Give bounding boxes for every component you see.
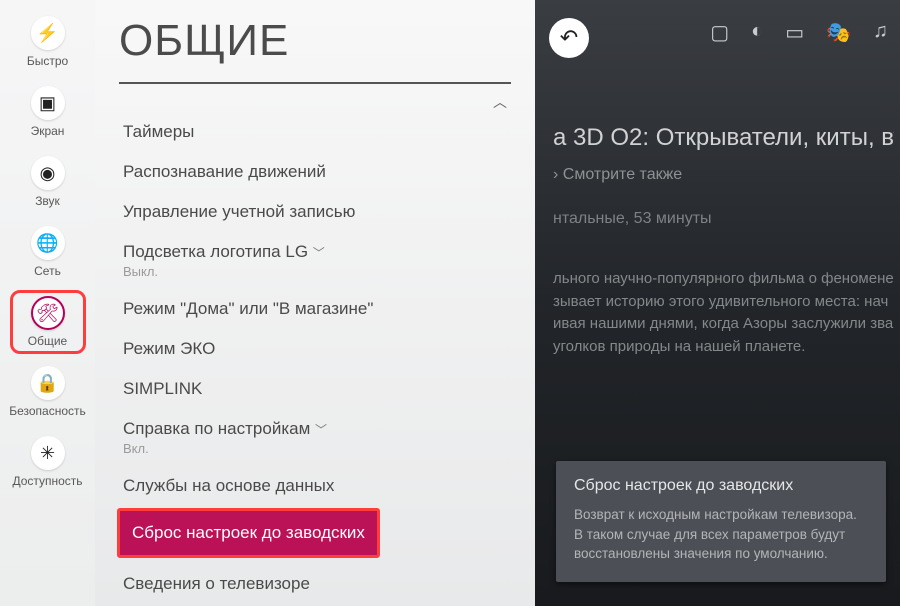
program-title: а 3D O2: Открыватели, киты, вулк	[553, 124, 894, 152]
sidebar-item-label: Экран	[31, 124, 65, 138]
menu-item-settings-help[interactable]: Справка по настройкам ﹀ Вкл.	[95, 409, 535, 466]
menu-item-logo-backlight[interactable]: Подсветка логотипа LG ﹀ Выкл.	[95, 232, 535, 289]
menu-item-eco-mode[interactable]: Режим ЭКО	[95, 329, 535, 369]
menu-item-account[interactable]: Управление учетной записью	[95, 192, 535, 232]
chevron-down-icon: ﹀	[315, 423, 327, 437]
chevron-down-icon: ﹀	[313, 246, 325, 260]
help-tooltip: Сброс настроек до заводских Возврат к ис…	[556, 461, 886, 582]
menu-item-sublabel: Вкл.	[123, 441, 507, 456]
menu-item-sublabel: Выкл.	[123, 264, 507, 279]
photo-icon[interactable]: ▢	[710, 20, 729, 45]
chevron-up-icon: ︿	[493, 94, 507, 110]
menu-item-motion[interactable]: Распознавание движений	[95, 152, 535, 192]
gear-icon: 🛠	[31, 296, 65, 330]
menu-item-label: Сведения о телевизоре	[123, 574, 310, 594]
sidebar-item-label: Безопасность	[9, 404, 86, 418]
menu-item-home-store-mode[interactable]: Режим "Дома" или "В магазине"	[95, 289, 535, 329]
menu-item-label: Сброс настроек до заводских	[117, 508, 380, 558]
settings-panel: ОБЩИЕ ︿ Таймеры Распознавание движений У…	[95, 0, 535, 606]
sidebar-item-accessibility[interactable]: ✳ Доступность	[8, 428, 88, 496]
program-description: льного научно-популярного фильма о феном…	[553, 268, 894, 358]
menu-item-about-tv[interactable]: Сведения о телевизоре	[95, 564, 535, 604]
lock-icon: 🔒	[31, 366, 65, 400]
sidebar-item-label: Сеть	[34, 264, 61, 278]
menu-item-label: Режим ЭКО	[123, 339, 215, 359]
menu-item-label: Таймеры	[123, 122, 194, 142]
menu-item-simplink[interactable]: SIMPLINK	[95, 369, 535, 409]
menu-item-label: Службы на основе данных	[123, 476, 334, 496]
sidebar-item-label: Общие	[28, 334, 67, 348]
menu-item-label: Управление учетной записью	[123, 202, 355, 222]
accessibility-icon: ✳	[31, 436, 65, 470]
bolt-icon: ⚡	[31, 16, 65, 50]
program-meta: нтальные, 53 минуты	[553, 210, 894, 228]
theater-icon[interactable]: 🎭	[826, 20, 851, 45]
sidebar-item-network[interactable]: 🌐 Сеть	[8, 218, 88, 286]
picture-icon: ▣	[31, 86, 65, 120]
settings-sidebar: ⚡ Быстро ▣ Экран ◉ Звук 🌐 Сеть 🛠 Общие 🔒…	[0, 0, 95, 606]
sidebar-item-general[interactable]: 🛠 Общие	[8, 288, 88, 356]
menu-item-factory-reset[interactable]: Сброс настроек до заводских	[117, 508, 513, 558]
back-button[interactable]: ↶	[549, 18, 589, 58]
globe-icon: 🌐	[31, 226, 65, 260]
menu-item-label: Подсветка логотипа LG	[123, 242, 308, 261]
menu-item-label: Режим "Дома" или "В магазине"	[123, 299, 373, 319]
tv-icon[interactable]: ▭	[785, 20, 804, 45]
sidebar-item-label: Быстро	[27, 54, 68, 68]
back-arrow-icon: ↶	[560, 25, 578, 51]
sidebar-item-sound[interactable]: ◉ Звук	[8, 148, 88, 216]
menu-item-timers[interactable]: Таймеры	[95, 112, 535, 152]
sound-icon: ◉	[31, 156, 65, 190]
background-content: ↶ ▢ ◐ ▭ 🎭 ♫ а 3D O2: Открыватели, киты, …	[535, 0, 900, 606]
see-also-link[interactable]: Смотрите также	[553, 166, 894, 184]
top-icon-strip: ▢ ◐ ▭ 🎭 ♫	[710, 20, 888, 45]
sidebar-item-quick[interactable]: ⚡ Быстро	[8, 8, 88, 76]
sidebar-item-label: Доступность	[12, 474, 82, 488]
settings-title: ОБЩИЕ	[95, 10, 535, 82]
music-icon[interactable]: ♫	[873, 20, 888, 45]
help-tooltip-title: Сброс настроек до заводских	[574, 477, 868, 495]
menu-item-data-services[interactable]: Службы на основе данных	[95, 466, 535, 506]
menu-item-label: Справка по настройкам	[123, 419, 310, 438]
divider	[119, 82, 511, 84]
sidebar-item-picture[interactable]: ▣ Экран	[8, 78, 88, 146]
menu-item-label: Распознавание движений	[123, 162, 326, 182]
scroll-up-chevron[interactable]: ︿	[95, 90, 535, 112]
help-tooltip-body: Возврат к исходным настройкам телевизора…	[574, 505, 868, 564]
sidebar-item-label: Звук	[35, 194, 60, 208]
disc-icon[interactable]: ◐	[751, 20, 763, 45]
sidebar-item-security[interactable]: 🔒 Безопасность	[8, 358, 88, 426]
menu-item-label: SIMPLINK	[123, 379, 202, 399]
